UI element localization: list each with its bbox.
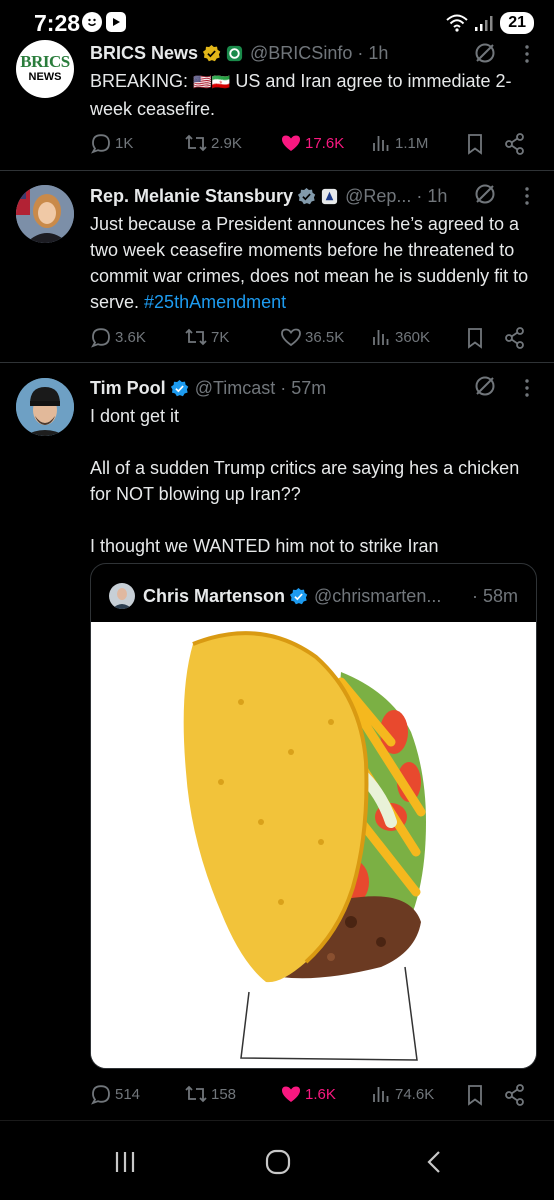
bookmark-icon[interactable] <box>464 132 486 156</box>
views-button[interactable]: 74.6K <box>370 1083 434 1105</box>
grok-icon[interactable] <box>474 375 496 397</box>
heart-filled-icon <box>282 1086 300 1102</box>
verified-blue-badge-icon <box>170 379 188 396</box>
grok-icon[interactable] <box>474 183 496 205</box>
action-bar: 3.6K 7K 36.5K 360K <box>90 326 530 350</box>
repost-button[interactable]: 2.9K <box>184 132 242 154</box>
handle-and-time: @Rep... · 1h <box>345 185 448 206</box>
handle-and-time: @BRICSinfo · 1h <box>250 42 389 63</box>
share-icon[interactable] <box>504 132 526 156</box>
grok-icon[interactable] <box>474 42 496 64</box>
reply-count: 3.6K <box>115 328 146 346</box>
bookmark-icon[interactable] <box>464 326 486 350</box>
verified-blue-badge-icon <box>289 587 308 604</box>
tweet-header: Tim Pool @Timcast · 57m <box>90 375 534 401</box>
like-count: 1.6K <box>305 1085 336 1103</box>
quote-avatar[interactable] <box>109 583 135 609</box>
taco-image[interactable] <box>91 622 536 1068</box>
taco-cutout-image <box>91 622 536 1068</box>
handle-and-time: @Timcast · 57m <box>194 377 327 398</box>
views-button[interactable]: 1.1M <box>370 132 428 154</box>
tweet-text-prefix: BREAKING: <box>90 71 194 91</box>
tweet-brics[interactable]: BRICS NEWS BRICS News @BRICSinfo · 1h BR… <box>0 0 554 170</box>
verified-gold-badge-icon <box>202 44 221 61</box>
quote-header: Chris Martenson @chrismarten... · 58m <box>109 582 518 610</box>
views-bar-chart-icon <box>373 136 389 151</box>
like-button[interactable]: 1.6K <box>280 1083 336 1105</box>
government-badge-icon <box>321 188 338 204</box>
view-count: 74.6K <box>395 1085 435 1103</box>
recent-apps-icon[interactable] <box>112 1149 138 1175</box>
reply-button[interactable]: 1K <box>90 132 133 154</box>
display-name[interactable]: Rep. Melanie Stansbury <box>90 186 293 207</box>
more-options-icon[interactable] <box>522 186 532 206</box>
repost-icon <box>185 134 207 152</box>
view-count: 360K <box>395 328 431 346</box>
action-bar: 1K 2.9K 17.6K 1.1M <box>90 132 530 156</box>
more-options-icon[interactable] <box>522 378 532 398</box>
verified-gray-badge-icon <box>298 187 316 204</box>
hashtag-link[interactable]: #25thAmendment <box>144 292 286 312</box>
display-name[interactable]: Tim Pool <box>90 378 166 399</box>
heart-filled-icon <box>282 135 300 151</box>
repost-count: 158 <box>211 1085 237 1103</box>
tweet-stansbury[interactable]: Rep. Melanie Stansbury @Rep... · 1h Just… <box>0 171 554 361</box>
reply-icon <box>91 134 110 154</box>
display-name[interactable]: BRICS News <box>90 43 198 64</box>
avatar-photo-image <box>16 378 74 436</box>
share-icon[interactable] <box>504 1083 526 1107</box>
tweet-text-line: I thought we WANTED him not to strike Ir… <box>90 536 439 556</box>
quote-avatar-image <box>109 583 135 609</box>
tweet-text-line: All of a sudden Trump critics are saying… <box>90 458 520 504</box>
bookmark-icon[interactable] <box>464 1083 486 1107</box>
reply-count: 514 <box>115 1085 141 1103</box>
repost-icon <box>185 328 207 346</box>
share-icon[interactable] <box>504 326 526 350</box>
action-bar: 514 158 1.6K 74.6K <box>90 1083 530 1107</box>
quote-time: · 58m <box>471 585 518 606</box>
back-icon[interactable] <box>422 1149 446 1175</box>
like-button[interactable]: 17.6K <box>280 132 344 154</box>
system-navigation-bar <box>0 1120 554 1200</box>
repost-button[interactable]: 158 <box>184 1083 236 1105</box>
quote-handle: @chrismarten... <box>314 585 442 606</box>
repost-icon <box>185 1085 207 1103</box>
home-icon[interactable] <box>264 1149 292 1175</box>
tweet-text-line: I dont get it <box>90 406 180 426</box>
avatar[interactable] <box>16 185 74 243</box>
more-options-icon[interactable] <box>522 44 532 64</box>
quote-display-name[interactable]: Chris Martenson <box>143 586 285 607</box>
like-count: 36.5K <box>305 328 345 346</box>
tweet-header: Rep. Melanie Stansbury @Rep... · 1h <box>90 183 534 209</box>
avatar-photo-image <box>16 185 74 243</box>
view-count: 1.1M <box>395 134 429 152</box>
avatar-logo-text: BRICS <box>20 52 70 71</box>
views-bar-chart-icon <box>373 1087 389 1102</box>
like-count: 17.6K <box>305 134 345 152</box>
avatar[interactable] <box>16 378 74 436</box>
views-button[interactable]: 360K <box>370 326 430 348</box>
tweet-header: BRICS News @BRICSinfo · 1h <box>90 40 534 66</box>
avatar-logo-subtext: NEWS <box>28 71 62 83</box>
views-bar-chart-icon <box>373 330 389 345</box>
avatar[interactable]: BRICS NEWS <box>16 40 74 98</box>
reply-icon <box>91 328 110 348</box>
repost-count: 2.9K <box>211 134 242 152</box>
repost-count: 7K <box>211 328 230 346</box>
reply-button[interactable]: 3.6K <box>90 326 146 348</box>
affiliate-badge-icon <box>226 45 243 61</box>
flags-emoji: 🇺🇸🇮🇷 <box>193 74 231 91</box>
reply-button[interactable]: 514 <box>90 1083 140 1105</box>
heart-outline-icon <box>281 328 301 347</box>
quoted-tweet-card[interactable]: Chris Martenson @chrismarten... · 58m <box>90 563 537 1069</box>
reply-icon <box>91 1085 110 1105</box>
repost-button[interactable]: 7K <box>184 326 229 348</box>
tweet-text: BREAKING: 🇺🇸🇮🇷 US and Iran agree to imme… <box>90 68 540 122</box>
reply-count: 1K <box>115 134 134 152</box>
like-button[interactable]: 36.5K <box>280 326 344 348</box>
tweet-text: Just because a President announces he’s … <box>90 211 540 315</box>
